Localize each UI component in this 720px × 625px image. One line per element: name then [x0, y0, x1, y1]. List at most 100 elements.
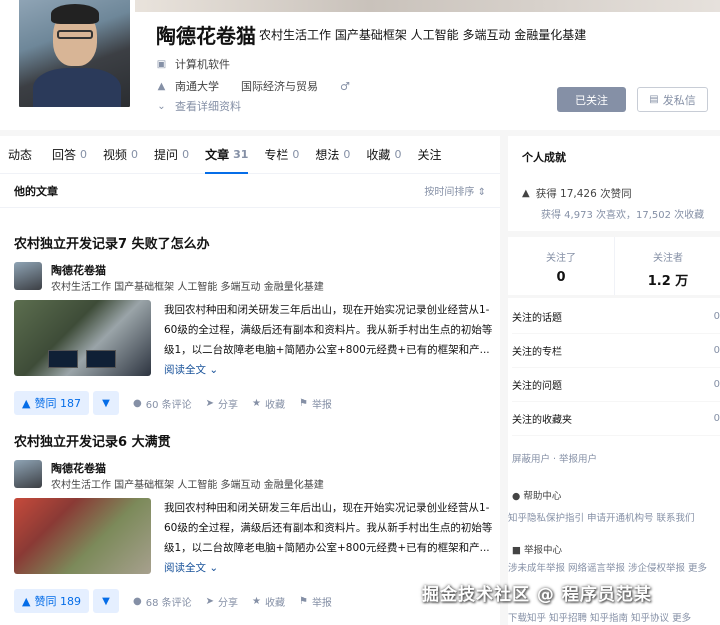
more-info-text: 查看详细资料: [175, 100, 241, 113]
followed-topics-row[interactable]: 关注的话题 0: [512, 300, 720, 334]
message-button-label: 发私信: [662, 93, 696, 107]
industry-text: 计算机软件: [175, 58, 230, 71]
downvote-icon: ▼: [102, 397, 110, 409]
tab-thoughts[interactable]: 想法 0: [315, 136, 350, 174]
profile-name: 陶德花卷猫: [156, 24, 256, 48]
article-thumbnail[interactable]: [14, 300, 151, 376]
achievements-card: 个人成就 ▲ 获得 17,426 次赞同 获得 4,973 次喜欢，17,502…: [508, 136, 720, 231]
section-title: 他的文章: [14, 184, 58, 198]
likes-collections-line: 获得 4,973 次喜欢，17,502 次收藏: [541, 210, 705, 221]
industry-row: ▣ 计算机软件: [156, 56, 230, 72]
report-button[interactable]: ⚑ 举报: [299, 396, 332, 411]
followed-button[interactable]: 已关注: [557, 87, 626, 112]
read-more-link[interactable]: 阅读全文 ⌄: [164, 364, 218, 376]
followed-questions-row[interactable]: 关注的问题 0: [512, 368, 720, 402]
downvote-button[interactable]: ▼: [92, 589, 119, 613]
upvote-button[interactable]: ▲ 赞同 189: [14, 589, 89, 613]
graduation-cap-icon: ▲: [157, 80, 166, 92]
tab-videos[interactable]: 视频 0: [103, 136, 138, 174]
flag-icon: ⚑: [298, 595, 308, 607]
cover-image: [135, 0, 720, 12]
follow-card: 关注了 0 关注者 1.2 万: [508, 237, 720, 295]
upvote-icon: ▲: [22, 594, 31, 608]
education-row: ▲ 南通大学 国际经济与贸易 ♂: [156, 78, 350, 94]
author-avatar[interactable]: [14, 460, 42, 488]
read-more-link[interactable]: 阅读全文 ⌄: [164, 562, 218, 574]
tab-answers[interactable]: 回答 0: [52, 136, 87, 174]
collect-button[interactable]: ★ 收藏: [252, 396, 285, 411]
author-headline: 农村生活工作 国产基础框架 人工智能 多端互动 金融量化基建: [51, 480, 324, 491]
upvote-icon: ▲: [22, 396, 31, 410]
author-avatar[interactable]: [14, 262, 42, 290]
article-content[interactable]: 我回农村种田和闭关研发三年后出山，现在开始实况记录创业经营从1-60级的全过程，…: [14, 498, 494, 578]
message-button[interactable]: ▤ 发私信: [637, 87, 708, 112]
article-author: 陶德花卷猫 农村生活工作 国产基础框架 人工智能 多端互动 金融量化基建: [14, 262, 494, 293]
tab-collections[interactable]: 收藏 0: [366, 136, 401, 174]
article-actions: ▲ 赞同 187 ▼ ● 60 条评论 ➤ 分享 ★ 收藏 ⚑ 举报: [14, 390, 494, 416]
watermark: 掘金技术社区 @ 程序员范某: [422, 585, 652, 605]
author-name[interactable]: 陶德花卷猫: [51, 460, 106, 476]
share-button[interactable]: ➤ 分享: [206, 594, 238, 609]
gender-icon: ♂: [340, 79, 350, 93]
share-button[interactable]: ➤ 分享: [206, 396, 238, 411]
report-button[interactable]: ⚑ 举报: [299, 594, 332, 609]
tab-activity[interactable]: 动态: [8, 136, 36, 174]
star-icon: ★: [252, 595, 261, 607]
profile-tabs: 动态 回答 0 视频 0 提问 0 文章 31 专栏 0 想法 0 收藏 0 关注: [0, 136, 500, 174]
downvote-button[interactable]: ▼: [92, 391, 119, 415]
star-icon: ★: [252, 397, 261, 409]
main-content: 动态 回答 0 视频 0 提问 0 文章 31 专栏 0 想法 0 收藏 0 关注 他的文章 …: [0, 136, 500, 625]
block-report-user-link[interactable]: 屏蔽用户 · 举报用户: [512, 451, 597, 465]
following-count[interactable]: 关注了 0: [508, 237, 614, 295]
upvotes-line: ▲ 获得 17,426 次赞同: [522, 188, 632, 200]
comment-icon: ●: [132, 397, 142, 409]
shield-icon: ■: [512, 545, 521, 556]
side-lists-card: 关注的话题 0 关注的专栏 0 关注的问题 0 关注的收藏夹 0 屏蔽用户 · 举报用户…: [508, 298, 720, 625]
tab-following[interactable]: 关注: [417, 136, 445, 174]
article-excerpt[interactable]: 我回农村种田和闭关研发三年后出山，现在开始实况记录创业经营从1-60级的全过程，…: [164, 300, 494, 380]
article-title[interactable]: 农村独立开发记录7 失败了怎么办: [14, 233, 494, 252]
upvote-button[interactable]: ▲ 赞同 187: [14, 391, 89, 415]
comment-icon: ●: [132, 595, 142, 607]
achievements-title: 个人成就: [522, 151, 566, 164]
about-links[interactable]: 下载知乎 知乎招聘 知乎指南 知乎协议 更多: [508, 610, 691, 624]
sort-icon: ⇕: [477, 187, 486, 198]
article-content[interactable]: 我回农村种田和闭关研发三年后出山，现在开始实况记录创业经营从1-60级的全过程，…: [14, 300, 494, 380]
collect-button[interactable]: ★ 收藏: [252, 594, 285, 609]
help-links[interactable]: 知乎隐私保护指引 申请开通机构号 联系我们: [508, 510, 695, 524]
message-icon: ▤: [649, 94, 659, 105]
article-author: 陶德花卷猫 农村生活工作 国产基础框架 人工智能 多端互动 金融量化基建: [14, 460, 494, 491]
flag-icon: ⚑: [298, 397, 308, 409]
followers-count[interactable]: 关注者 1.2 万: [615, 237, 720, 295]
tab-articles[interactable]: 文章 31: [205, 136, 249, 174]
share-icon: ➤: [205, 595, 214, 607]
profile-headline: 农村生活工作 国产基础框架 人工智能 多端互动 金融量化基建: [259, 28, 587, 42]
author-headline: 农村生活工作 国产基础框架 人工智能 多端互动 金融量化基建: [51, 282, 324, 293]
followed-columns-row[interactable]: 关注的专栏 0: [512, 334, 720, 368]
sort-button[interactable]: 按时间排序 ⇕: [424, 183, 486, 198]
upvote-icon: ▲: [522, 188, 530, 199]
help-center-title: ● 帮助中心: [512, 491, 562, 502]
report-center-title: ■ 举报中心: [512, 545, 563, 556]
followed-favorites-row[interactable]: 关注的收藏夹 0: [512, 402, 720, 436]
tab-questions[interactable]: 提问 0: [154, 136, 189, 174]
article-thumbnail[interactable]: [14, 498, 151, 574]
author-name[interactable]: 陶德花卷猫: [51, 262, 106, 278]
tab-columns[interactable]: 专栏 0: [264, 136, 299, 174]
article-excerpt[interactable]: 我回农村种田和闭关研发三年后出山，现在开始实况记录创业经营从1-60级的全过程，…: [164, 498, 494, 578]
more-info-link[interactable]: ⌄ 查看详细资料: [156, 98, 241, 114]
help-icon: ●: [512, 491, 521, 502]
avatar[interactable]: [16, 0, 133, 110]
article-title[interactable]: 农村独立开发记录6 大满贯: [14, 431, 494, 450]
major-text: 国际经济与贸易: [241, 80, 318, 93]
share-icon: ➤: [205, 397, 214, 409]
report-links[interactable]: 涉未成年举报 网络谣言举报 涉企侵权举报 更多: [508, 560, 707, 574]
downvote-icon: ▼: [102, 595, 110, 607]
school-text: 南通大学: [175, 80, 219, 93]
briefcase-icon: ▣: [156, 58, 167, 70]
chevron-down-icon: ⌄: [157, 100, 166, 112]
comment-button[interactable]: ● 68 条评论: [133, 594, 192, 609]
section-header: 他的文章 按时间排序 ⇕: [0, 174, 500, 208]
article-card: 农村独立开发记录7 失败了怎么办 陶德花卷猫 农村生活工作 国产基础框架 人工智…: [14, 233, 494, 416]
comment-button[interactable]: ● 60 条评论: [133, 396, 192, 411]
